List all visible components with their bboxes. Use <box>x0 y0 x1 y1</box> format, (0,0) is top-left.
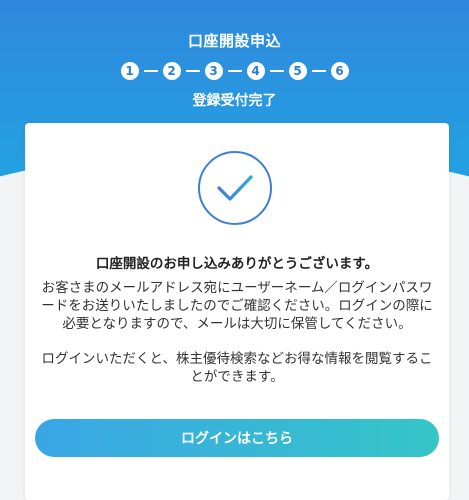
step-separator <box>143 70 158 72</box>
step-5: 5 <box>288 62 307 80</box>
check-icon <box>198 151 272 225</box>
step-separator <box>311 70 326 72</box>
login-button[interactable]: ログインはこちら <box>35 419 439 457</box>
step-6: 6 <box>330 62 349 80</box>
completion-heading: 口座開設のお申し込みありがとうございます。 <box>95 256 379 272</box>
page-subtitle: 登録受付完了 <box>192 93 277 109</box>
email-notice-text: お客さまのメールアドレス宛にユーザーネーム／ログインパスワードをお送りいたしまし… <box>41 280 433 332</box>
completion-card: 口座開設のお申し込みありがとうございます。 お客さまのメールアドレス宛にユーザー… <box>25 123 449 500</box>
step-separator <box>269 70 284 72</box>
step-2: 2 <box>162 62 181 80</box>
step-separator <box>185 70 200 72</box>
page-title: 口座開設申込 <box>187 32 281 50</box>
checkmark-icon <box>217 175 253 201</box>
step-3: 3 <box>204 62 223 80</box>
login-benefit-text: ログインいただくと、株主優待検索などお得な情報を閲覧することができます。 <box>41 351 433 385</box>
step-separator <box>227 70 242 72</box>
step-4: 4 <box>246 62 265 80</box>
step-1: 1 <box>120 62 139 80</box>
step-indicator: 1 2 3 4 5 6 <box>0 62 469 80</box>
